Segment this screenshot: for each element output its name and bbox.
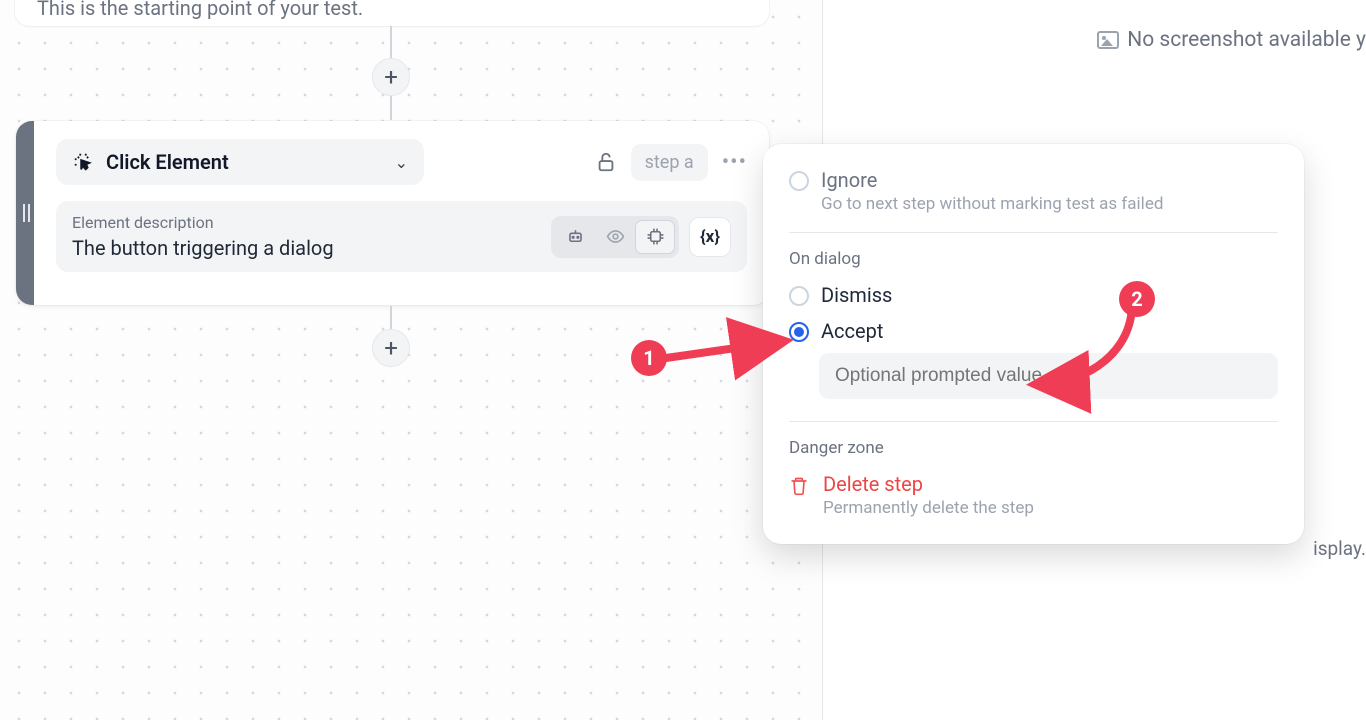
- callout-badge-2: 2: [1119, 281, 1155, 317]
- callout-badge-1: 1: [631, 340, 667, 376]
- radio-ignore[interactable]: [789, 171, 809, 191]
- variable-button[interactable]: {x}: [689, 217, 731, 257]
- eye-icon[interactable]: [595, 220, 635, 254]
- divider: [789, 421, 1278, 422]
- danger-zone-label: Danger zone: [789, 438, 1278, 458]
- element-description-value: The button triggering a dialog: [72, 236, 334, 260]
- delete-step-row[interactable]: Delete step Permanently delete the step: [789, 472, 1278, 518]
- action-label: Click Element: [106, 150, 229, 174]
- start-step-card: This is the starting point of your test.: [15, 0, 769, 26]
- step-name-badge[interactable]: step a: [631, 144, 708, 181]
- no-screenshot-text: No screenshot available y: [1127, 28, 1366, 52]
- ignore-title: Ignore: [821, 168, 1163, 192]
- divider: [789, 232, 1278, 233]
- step-card[interactable]: Click Element ⌄ step a •••: [16, 121, 769, 305]
- chevron-down-icon: ⌄: [395, 153, 408, 172]
- radio-accept[interactable]: [789, 322, 809, 342]
- callout-arrow: [662, 330, 792, 370]
- dismiss-label: Dismiss: [821, 283, 892, 307]
- no-screenshot-message: No screenshot available y: [1097, 28, 1366, 52]
- accept-label: Accept: [821, 319, 883, 343]
- unlock-icon[interactable]: [595, 151, 617, 173]
- add-step-button[interactable]: +: [372, 58, 410, 96]
- element-description-box[interactable]: Element description The button triggerin…: [56, 201, 747, 272]
- more-menu-icon[interactable]: •••: [722, 150, 747, 175]
- step-header-row: Click Element ⌄ step a •••: [56, 139, 747, 185]
- action-select[interactable]: Click Element ⌄: [56, 139, 424, 185]
- on-dialog-label: On dialog: [789, 249, 1278, 269]
- option-ignore[interactable]: Ignore Go to next step without marking t…: [789, 168, 1278, 214]
- radio-dismiss[interactable]: [789, 286, 809, 306]
- element-description-label: Element description: [72, 213, 334, 232]
- delete-step-subtitle: Permanently delete the step: [823, 498, 1034, 518]
- drag-handle[interactable]: [16, 121, 34, 305]
- delete-step-label[interactable]: Delete step: [823, 472, 1034, 496]
- element-tools: [551, 216, 679, 258]
- robot-icon[interactable]: [555, 220, 595, 254]
- image-icon: [1097, 31, 1119, 49]
- start-step-text: This is the starting point of your test.: [37, 0, 363, 20]
- truncated-text: isplay.: [1313, 537, 1366, 560]
- add-step-button[interactable]: +: [372, 329, 410, 367]
- step-body: Click Element ⌄ step a •••: [34, 121, 769, 305]
- ignore-subtitle: Go to next step without marking test as …: [821, 194, 1163, 214]
- trash-icon: [789, 476, 809, 500]
- cursor-click-icon: [72, 151, 94, 173]
- target-icon[interactable]: [635, 220, 675, 254]
